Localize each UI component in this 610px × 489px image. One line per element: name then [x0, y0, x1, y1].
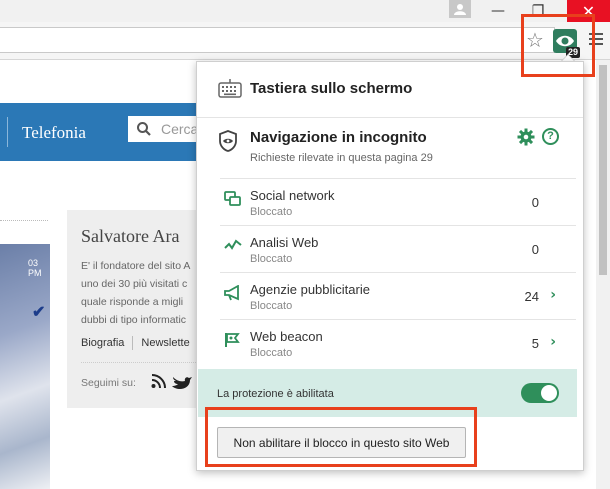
category-row-beacon[interactable]: Web beacon Bloccato 5 › — [220, 319, 576, 366]
privacy-popup: Tastiera sullo schermo Navigazione in in… — [196, 61, 584, 471]
category-count: 5 — [531, 336, 539, 351]
rss-icon[interactable] — [151, 374, 166, 389]
category-row-social[interactable]: Social network Bloccato 0 — [220, 178, 576, 225]
category-count: 24 — [524, 289, 539, 304]
nav-divider — [7, 117, 8, 147]
chevron-right-icon[interactable]: › — [550, 334, 556, 350]
help-icon[interactable]: ? — [542, 128, 559, 145]
category-name: Analisi Web — [250, 235, 319, 250]
nav-link-telefonia[interactable]: Telefonia — [22, 123, 86, 143]
category-count: 0 — [531, 242, 539, 257]
category-status: Bloccato — [250, 300, 293, 312]
minimize-button[interactable]: — — [482, 0, 514, 22]
link-newsletter[interactable]: Newslette — [141, 337, 189, 349]
author-card: Salvatore Ara E' il fondatore del sito A… — [67, 210, 200, 408]
browser-toolbar — [0, 22, 610, 60]
shield-eye-icon — [219, 130, 237, 152]
category-name: Social network — [250, 188, 335, 203]
category-count: 0 — [531, 195, 539, 210]
category-row-analytics[interactable]: Analisi Web Bloccato 0 — [220, 225, 576, 272]
incognito-title: Navigazione in incognito — [250, 129, 427, 146]
incognito-section: Navigazione in incognito Richieste rilev… — [197, 118, 583, 178]
category-name: Web beacon — [250, 329, 323, 344]
disable-blocking-button[interactable]: Non abilitare il blocco in questo sito W… — [217, 427, 466, 458]
divider — [81, 362, 200, 363]
protection-label: La protezione è abilitata — [217, 388, 334, 400]
bookmark-star-icon[interactable]: ☆ — [524, 29, 546, 51]
category-status: Bloccato — [250, 347, 293, 359]
search-placeholder: Cerca — [161, 121, 199, 137]
close-button[interactable]: ✕ — [567, 0, 610, 22]
chevron-right-icon[interactable]: › — [550, 287, 556, 303]
protection-toggle[interactable] — [521, 383, 559, 403]
web-analytics-icon — [224, 239, 242, 250]
profile-button[interactable] — [449, 0, 471, 18]
link-biografia[interactable]: Biografia — [81, 337, 124, 349]
author-name: Salvatore Ara — [81, 226, 180, 246]
user-icon — [454, 4, 466, 15]
requests-count: 29 — [420, 152, 433, 164]
social-links — [151, 373, 200, 394]
requests-detected: Richieste rilevate in questa pagina 29 — [250, 152, 433, 164]
keyboard-title: Tastiera sullo schermo — [250, 80, 413, 97]
protection-status-bar: La protezione è abilitata — [198, 369, 577, 417]
on-screen-keyboard-row[interactable]: Tastiera sullo schermo — [197, 62, 583, 118]
keyboard-icon — [218, 79, 242, 98]
privacy-extension-button[interactable]: 29 — [553, 29, 580, 58]
author-links: Biografia Newslette — [81, 336, 190, 350]
browser-menu-icon[interactable] — [589, 33, 603, 47]
social-network-icon — [224, 191, 241, 206]
window-titlebar — [0, 0, 610, 22]
site-search-input[interactable]: Cerca — [128, 116, 200, 142]
checkmark-icon: ✔ — [32, 304, 46, 321]
beacon-flag-icon — [225, 333, 240, 347]
divider — [0, 220, 48, 221]
author-bio: E' il fondatore del sito A uno dei 30 pi… — [81, 260, 191, 326]
category-name: Agenzie pubblicitarie — [250, 282, 370, 297]
category-row-advertising[interactable]: Agenzie pubblicitarie Bloccato 24 › — [220, 272, 576, 319]
search-icon — [137, 122, 151, 136]
twitter-icon[interactable] — [172, 377, 192, 389]
megaphone-icon — [224, 285, 239, 301]
maximize-button[interactable]: ❐ — [522, 0, 554, 22]
page-scrollbar[interactable] — [596, 60, 610, 489]
address-bar[interactable] — [0, 27, 555, 53]
category-status: Bloccato — [250, 253, 293, 265]
article-image[interactable]: 03 PM ✔ — [0, 244, 50, 489]
phone-screen-text: 03 PM — [28, 258, 42, 278]
gear-icon[interactable] — [517, 128, 535, 146]
follow-label: Seguimi su: — [81, 377, 136, 389]
category-status: Bloccato — [250, 206, 293, 218]
